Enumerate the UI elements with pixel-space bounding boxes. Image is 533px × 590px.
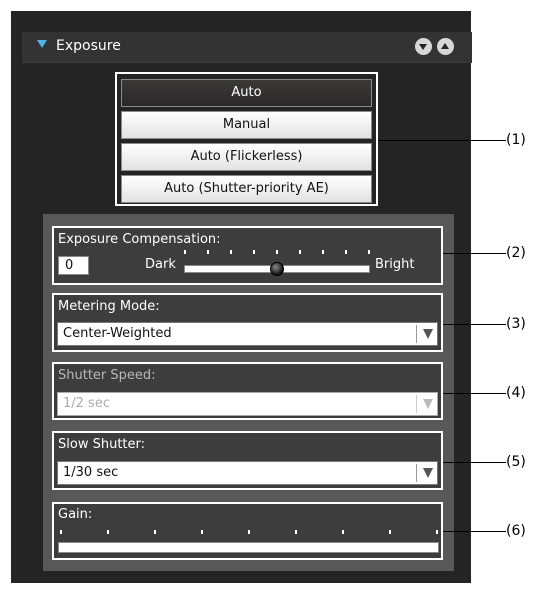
callout-label-3: (3) bbox=[506, 316, 526, 332]
shutter-speed-value: 1/2 sec bbox=[63, 396, 110, 411]
callout-line-3 bbox=[443, 324, 506, 325]
shutter-speed-label: Shutter Speed: bbox=[58, 368, 156, 383]
expand-button[interactable] bbox=[437, 38, 454, 55]
callout-label-6: (6) bbox=[506, 523, 526, 539]
dropdown-arrow-icon[interactable] bbox=[423, 329, 433, 339]
exposure-compensation-label: Exposure Compensation: bbox=[58, 232, 221, 247]
slider-tick bbox=[184, 250, 186, 254]
callout-line-2 bbox=[443, 253, 506, 254]
callout-line-5 bbox=[443, 462, 506, 463]
slider-tick bbox=[107, 530, 109, 534]
metering-mode-select[interactable]: Center-Weighted bbox=[57, 322, 438, 346]
chevron-up-icon bbox=[441, 43, 449, 49]
mode-option-auto-flickerless[interactable]: Auto (Flickerless) bbox=[121, 143, 372, 171]
chevron-down-icon bbox=[419, 44, 427, 50]
slow-shutter-label: Slow Shutter: bbox=[58, 437, 146, 452]
callout-line-6 bbox=[443, 531, 506, 532]
slider-tick bbox=[299, 250, 301, 254]
slider-tick bbox=[248, 530, 250, 534]
slider-tick bbox=[345, 250, 347, 254]
exposure-compensation-ticks bbox=[184, 250, 370, 255]
slider-tick bbox=[295, 530, 297, 534]
mode-option-manual[interactable]: Manual bbox=[121, 111, 372, 139]
callout-line-1 bbox=[378, 140, 506, 141]
collapse-button[interactable] bbox=[415, 38, 432, 55]
slow-shutter-select[interactable]: 1/30 sec bbox=[57, 461, 438, 485]
gain-ticks bbox=[60, 530, 438, 535]
slider-tick bbox=[230, 250, 232, 254]
slider-tick bbox=[322, 250, 324, 254]
slider-tick bbox=[436, 530, 438, 534]
callout-line-4 bbox=[443, 393, 506, 394]
slider-tick bbox=[368, 250, 370, 254]
shutter-speed-select: 1/2 sec bbox=[57, 392, 438, 416]
callout-label-4: (4) bbox=[506, 385, 526, 401]
dropdown-arrow-icon[interactable] bbox=[423, 468, 433, 478]
metering-mode-value: Center-Weighted bbox=[63, 326, 172, 341]
bright-label: Bright bbox=[375, 257, 415, 272]
slow-shutter-value: 1/30 sec bbox=[63, 465, 119, 480]
slider-tick bbox=[276, 250, 278, 254]
slider-tick bbox=[60, 530, 62, 534]
mode-option-auto-shutter-priority[interactable]: Auto (Shutter-priority AE) bbox=[121, 175, 372, 203]
callout-label-5: (5) bbox=[506, 454, 526, 470]
slider-tick bbox=[389, 530, 391, 534]
slider-knob[interactable] bbox=[270, 262, 284, 276]
exposure-compensation-value[interactable]: 0 bbox=[58, 256, 89, 275]
panel-title: Exposure bbox=[56, 38, 121, 54]
slider-tick bbox=[154, 530, 156, 534]
gain-label: Gain: bbox=[58, 507, 93, 522]
slider-tick bbox=[253, 250, 255, 254]
callout-label-1: (1) bbox=[506, 132, 526, 148]
slider-tick bbox=[201, 530, 203, 534]
slider-tick bbox=[207, 250, 209, 254]
metering-mode-label: Metering Mode: bbox=[58, 299, 160, 314]
dropdown-arrow-icon bbox=[423, 399, 433, 409]
gain-slider[interactable] bbox=[58, 542, 439, 553]
callout-label-2: (2) bbox=[506, 245, 526, 261]
dark-label: Dark bbox=[145, 257, 176, 272]
expand-triangle-icon[interactable] bbox=[37, 40, 47, 48]
slider-tick bbox=[342, 530, 344, 534]
mode-option-auto[interactable]: Auto bbox=[121, 79, 372, 107]
